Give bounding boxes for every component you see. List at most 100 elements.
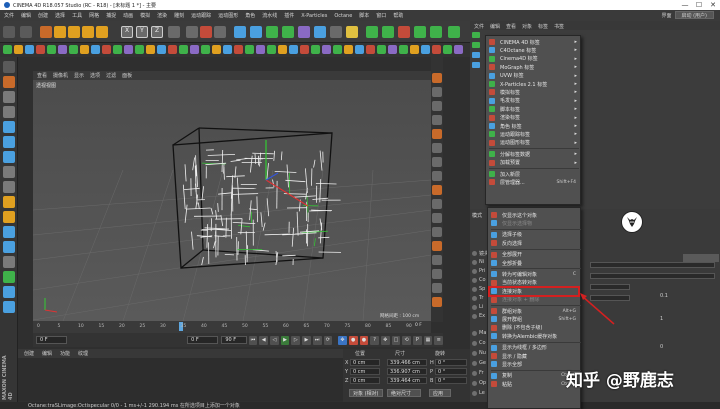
context-menu-item[interactable]: 仅显示选择物 [488, 219, 580, 227]
viewport-side-tool-icon[interactable] [432, 227, 442, 237]
tag-submenu-item[interactable]: 渲染标签 ▸ [486, 114, 580, 122]
plugin-tool-icon[interactable] [190, 45, 199, 54]
context-menu-item[interactable]: 转为可编辑对象 C [488, 270, 580, 278]
plugin-tool-icon[interactable] [377, 45, 386, 54]
tag-submenu-item[interactable]: X-Particles 2.1 标签 ▸ [486, 80, 580, 88]
xp-cache-icon[interactable] [448, 26, 460, 38]
context-menu-item[interactable]: 转换为Alembic缓存对象 [488, 332, 580, 340]
pos-y-field[interactable]: 0 cm [350, 368, 380, 375]
plugin-tool-icon[interactable] [179, 45, 188, 54]
attr-nav-buttons[interactable] [683, 254, 719, 262]
viewport-side-tool-icon[interactable] [432, 171, 442, 181]
viewport-side-tool-icon[interactable] [432, 115, 442, 125]
object-manager-menu-item[interactable]: 书签 [554, 23, 564, 30]
plugin-tool-icon[interactable] [146, 45, 155, 54]
menu-item[interactable]: 工具 [72, 12, 82, 19]
coord-mode-dropdown[interactable]: 对象 (相对) [349, 389, 383, 397]
plugin-tool-icon[interactable] [223, 45, 232, 54]
prev-key-icon[interactable]: ◀ [259, 335, 269, 345]
menu-item[interactable]: 插件 [284, 12, 294, 19]
viewport-side-tool-icon[interactable] [432, 255, 442, 265]
subdivision-surface-icon[interactable] [266, 26, 278, 38]
plugin-tool-icon[interactable] [234, 45, 243, 54]
viewport-menu-item[interactable]: 显示 [74, 72, 84, 79]
floor-icon[interactable] [314, 26, 326, 38]
plugin-tool-icon[interactable] [388, 45, 397, 54]
timeline-ruler[interactable]: 0 5 10 15 20 25 30 35 40 45 50 55 60 65 70 75 80 85 90 [33, 321, 431, 333]
pos-z-field[interactable]: 0 cm [350, 377, 380, 384]
menu-item[interactable]: 文件 [4, 12, 14, 19]
menu-item[interactable]: 运动图形 [218, 12, 238, 19]
attr-radio-icon[interactable] [472, 391, 477, 396]
context-menu-item[interactable]: 反向选择 [488, 239, 580, 247]
plugin-tool-icon[interactable] [157, 45, 166, 54]
plugin-tool-icon[interactable] [267, 45, 276, 54]
viewport-menu-item[interactable]: 过滤 [106, 72, 116, 79]
rot-b-field[interactable]: 0 ° [435, 377, 467, 384]
workplane-lock-icon[interactable] [3, 226, 15, 238]
menu-item[interactable]: 运动跟踪 [191, 12, 211, 19]
tag-submenu-item[interactable]: C4Octane 标签 ▸ [486, 46, 580, 54]
attr-field[interactable] [590, 262, 715, 268]
cube-icon[interactable] [234, 26, 246, 38]
object-manager-menu-item[interactable]: 对象 [522, 23, 532, 30]
size-y-field[interactable]: 336.907 cm [387, 368, 427, 375]
menu-item[interactable]: 网格 [89, 12, 99, 19]
layout-dropdown[interactable]: 启动 (用户) [674, 11, 714, 19]
object-row-icon[interactable] [472, 32, 480, 38]
plugin-tool-icon[interactable] [410, 45, 419, 54]
tag-submenu-item[interactable]: 分解标签数据 ▸ [486, 150, 580, 158]
plugin-tool-icon[interactable] [212, 45, 221, 54]
context-menu-item[interactable]: 群组对象 Alt+G [488, 307, 580, 315]
sculpt-icon[interactable] [3, 301, 15, 313]
menu-item[interactable]: 编辑 [21, 12, 31, 19]
context-menu-item[interactable]: 全部展开 [488, 251, 580, 259]
viewport-side-tool-icon[interactable] [432, 185, 442, 195]
redo-icon[interactable] [20, 26, 32, 38]
points-mode-icon[interactable] [3, 121, 15, 133]
select-tool-icon[interactable] [40, 26, 52, 38]
context-menu-item[interactable]: 显示 / 隐藏 [488, 352, 580, 360]
menu-item[interactable]: 雕刻 [174, 12, 184, 19]
workplane-icon[interactable] [3, 106, 15, 118]
context-menu-item[interactable]: 显示为线框 / 多边形 [488, 344, 580, 352]
plugin-tool-icon[interactable] [69, 45, 78, 54]
viewport-side-tool-icon[interactable] [432, 297, 442, 307]
plugin-tool-icon[interactable] [80, 45, 89, 54]
tag-submenu-item[interactable]: 加入新层 [486, 170, 580, 178]
tag-submenu-item[interactable]: 运动图形标签 ▸ [486, 139, 580, 147]
goto-start-icon[interactable]: ⏮ [248, 335, 258, 345]
plugin-tool-icon[interactable] [47, 45, 56, 54]
polygons-mode-icon[interactable] [3, 151, 15, 163]
camera-icon[interactable] [330, 26, 342, 38]
object-row-icon[interactable] [472, 42, 480, 48]
size-z-field[interactable]: 339.464 cm [387, 377, 427, 384]
param-key-icon[interactable]: P [413, 335, 422, 345]
xp-modifier-icon[interactable] [398, 26, 410, 38]
attr-radio-icon[interactable] [472, 296, 477, 301]
paint-icon[interactable] [3, 286, 15, 298]
viewport-menu-item[interactable]: 面板 [122, 72, 132, 79]
plugin-tool-icon[interactable] [58, 45, 67, 54]
pos-x-field[interactable]: 0 cm [350, 359, 380, 366]
next-frame-icon[interactable]: ▷ [291, 335, 301, 345]
attr-radio-icon[interactable] [472, 381, 477, 386]
object-manager-menu-item[interactable]: 标签 [538, 23, 548, 30]
play-icon[interactable]: ▶ [280, 335, 290, 345]
light-icon[interactable] [346, 26, 358, 38]
maximize-button[interactable]: ☐ [692, 0, 706, 10]
plugin-tool-icon[interactable] [245, 45, 254, 54]
prev-frame-icon[interactable]: ◁ [270, 335, 279, 345]
menu-item[interactable]: X-Particles [301, 13, 327, 19]
viewport-side-tool-icon[interactable] [432, 101, 442, 111]
position-key-icon[interactable]: ✥ [380, 335, 390, 345]
tag-submenu-item[interactable]: 脚本标签 ▸ [486, 105, 580, 113]
tag-submenu-item[interactable]: 角色 标签 ▸ [486, 122, 580, 130]
attr-radio-icon[interactable] [472, 278, 477, 283]
attr-radio-icon[interactable] [472, 351, 477, 356]
goto-end-icon[interactable]: ⏭ [312, 335, 322, 345]
rotation-key-icon[interactable]: ⟲ [402, 335, 411, 345]
menu-item[interactable]: 捕捉 [106, 12, 116, 19]
motion-icon[interactable]: ≡ [434, 335, 444, 345]
autokey-icon[interactable]: ● [359, 335, 369, 345]
